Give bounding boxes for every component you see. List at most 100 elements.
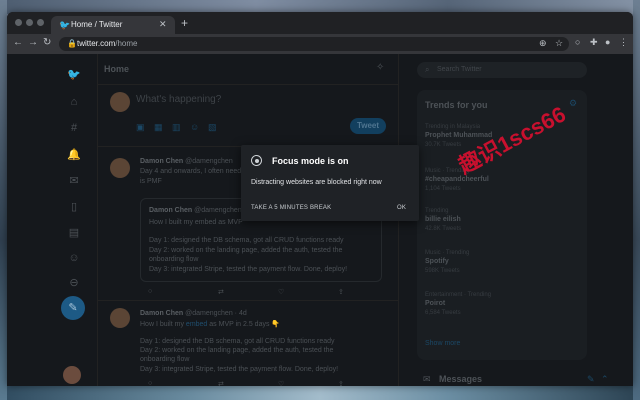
tweet-text-line: Day 4 and onwards, I often need [140, 168, 242, 175]
poll-icon[interactable]: ▥ [172, 122, 181, 133]
trend-count: 42.8K Tweets [425, 226, 462, 232]
tweet-button[interactable]: Tweet [350, 118, 386, 134]
quoted-line: Day 1: designed the DB schema, got all C… [149, 237, 344, 244]
schedule-icon[interactable]: ▧ [208, 122, 217, 133]
feather-icon: ✎ [68, 302, 78, 314]
take-break-button[interactable]: TAKE A 5 MINUTES BREAK [251, 205, 331, 211]
trend-count: 598K Tweets [425, 268, 460, 274]
trends-title: Trends for you [425, 100, 488, 110]
trend-count: 1,104 Tweets [425, 186, 461, 192]
search-placeholder: Search Twitter [437, 66, 482, 73]
browser-menu-icon[interactable]: ⋮ [619, 37, 628, 48]
tweet-author-avatar[interactable] [110, 308, 130, 328]
tweet-text-line: is PMF [140, 178, 162, 185]
account-avatar[interactable] [63, 366, 81, 384]
feed-title: Home [104, 64, 130, 74]
expand-icon[interactable]: ⌃ [601, 374, 609, 385]
install-app-icon[interactable]: ⊕ [539, 38, 547, 49]
window-minimize-dot[interactable] [26, 19, 33, 26]
new-tab-icon[interactable]: + [181, 16, 188, 30]
trend-count: 6,584 Tweets [425, 310, 461, 316]
trend-name[interactable]: Poirot [425, 300, 445, 307]
reply-icon[interactable]: ○ [148, 288, 152, 295]
explore-hashtag-icon[interactable]: # [67, 122, 81, 134]
search-input[interactable]: ⌕ Search Twitter [417, 62, 587, 78]
retweet-icon[interactable]: ⇄ [218, 288, 224, 296]
quoted-author: Damon Chen @damengchen [149, 207, 242, 214]
dialog-title: Focus mode is on [272, 156, 349, 166]
compose-tweet-button[interactable]: ✎ [61, 296, 85, 320]
messages-envelope-icon: ✉ [423, 374, 431, 384]
extensions-puzzle-icon[interactable]: ✚ [590, 37, 598, 48]
like-icon[interactable]: ♡ [278, 380, 284, 386]
like-icon[interactable]: ♡ [278, 288, 284, 296]
trend-count: 30.7K Tweets [425, 142, 462, 148]
messages-title: Messages [439, 374, 483, 384]
reload-icon[interactable]: ↻ [43, 37, 51, 48]
twitter-favicon-icon: 🐦 [59, 20, 71, 30]
tweet-author[interactable]: Damon Chen @damengchen [140, 158, 233, 165]
back-icon[interactable]: ← [13, 37, 23, 48]
tab-close-icon[interactable]: ✕ [159, 19, 167, 30]
url-text: twitter.com/home [77, 39, 138, 48]
extension-circle-icon[interactable]: ○ [575, 37, 580, 47]
twitter-logo-icon[interactable]: 🐦 [67, 68, 81, 81]
tab-home-twitter[interactable]: 🐦 Home / Twitter ✕ [51, 16, 175, 34]
ok-button[interactable]: OK [397, 205, 406, 211]
divider [98, 300, 398, 301]
tweet-text-line: How I built my embed as MVP in 2.5 days … [140, 321, 281, 328]
desktop-wallpaper-right [633, 0, 640, 400]
share-icon[interactable]: ⇪ [338, 380, 344, 386]
notifications-bell-icon[interactable]: 🔔 [67, 148, 81, 161]
tweet-author[interactable]: Damon Chen @damengchen · 4d [140, 310, 247, 317]
desktop-wallpaper-bottom [0, 384, 640, 400]
quoted-headline: How I built my embed as MVP [149, 219, 243, 226]
profile-avatar-icon[interactable]: ● [605, 37, 610, 47]
trend-name[interactable]: #cheapandcheerful [425, 176, 489, 183]
reply-icon[interactable]: ○ [148, 380, 152, 386]
trend-meta: Trending in Malaysia [425, 124, 481, 130]
retweet-icon[interactable]: ⇄ [218, 380, 224, 386]
messages-drawer[interactable]: ✉ Messages ✎ ⌃ [417, 370, 609, 386]
trend-meta: Music · Trending [425, 250, 470, 256]
profile-icon[interactable]: ☺ [67, 252, 81, 264]
bookmarks-icon[interactable]: ▯ [67, 200, 81, 213]
quoted-line: onboarding flow [149, 256, 199, 263]
desktop-wallpaper-left [0, 0, 7, 400]
tweet-text-line: onboarding flow [140, 356, 190, 363]
emoji-icon[interactable]: ☺ [190, 122, 199, 132]
divider [98, 84, 398, 85]
window-close-dot[interactable] [15, 19, 22, 26]
tweet-text-line: Day 2: worked on the landing page, added… [140, 347, 334, 354]
trend-name[interactable]: Spotify [425, 258, 449, 265]
trend-name[interactable]: billie eilish [425, 216, 461, 223]
lock-icon: 🔒 [67, 39, 77, 48]
trend-meta: Trending [425, 208, 449, 214]
media-icon[interactable]: ▣ [136, 122, 145, 133]
forward-icon[interactable]: → [28, 37, 38, 48]
tab-title: Home / Twitter [71, 20, 123, 29]
top-tweets-sparkle-icon[interactable]: ✧ [376, 62, 384, 73]
quoted-line: Day 2: worked on the landing page, added… [149, 247, 343, 254]
address-bar[interactable]: 🔒 twitter.com/home ⊕ ☆ [59, 37, 569, 51]
new-message-icon[interactable]: ✎ [587, 374, 595, 385]
tab-strip: 🐦 Home / Twitter ✕ + [7, 12, 633, 34]
home-icon[interactable]: ⌂ [67, 96, 81, 108]
lists-icon[interactable]: ▤ [67, 226, 81, 239]
tweet-text-line: Day 1: designed the DB schema, got all C… [140, 338, 335, 345]
trend-meta: Entertainment · Trending [425, 292, 492, 298]
focus-mode-dialog: Focus mode is on Distracting websites ar… [241, 145, 419, 221]
gif-icon[interactable]: ▦ [154, 122, 163, 133]
window-zoom-dot[interactable] [37, 19, 44, 26]
tweet-author-avatar[interactable] [110, 158, 130, 178]
composer-avatar[interactable] [110, 92, 130, 112]
messages-envelope-icon[interactable]: ✉ [67, 174, 81, 187]
show-more-link[interactable]: Show more [425, 340, 460, 347]
gear-icon[interactable]: ⚙ [569, 98, 577, 109]
more-icon[interactable]: ⊖ [67, 276, 81, 289]
compose-input[interactable]: What's happening? [136, 94, 221, 105]
dialog-message: Distracting websites are blocked right n… [251, 179, 382, 186]
bookmark-star-icon[interactable]: ☆ [555, 38, 563, 49]
share-icon[interactable]: ⇪ [338, 288, 344, 296]
search-icon: ⌕ [425, 65, 430, 74]
